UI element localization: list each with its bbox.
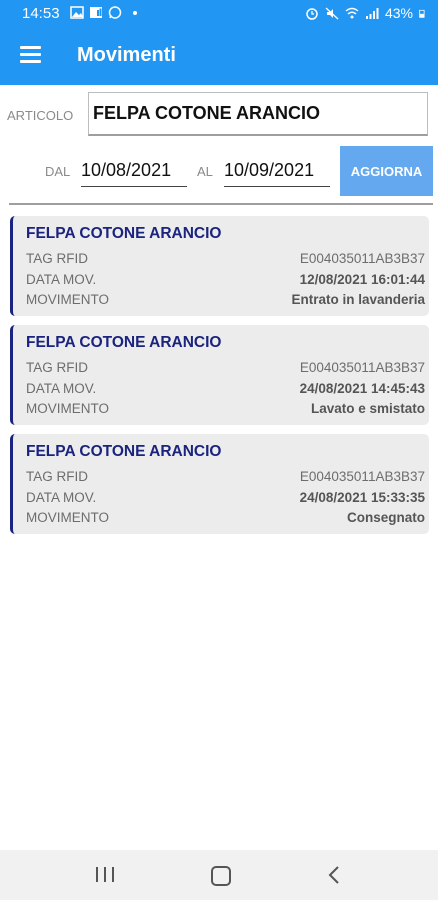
- articolo-label: ARTICOLO: [7, 108, 74, 123]
- data-mov-label: DATA MOV.: [26, 272, 97, 287]
- movement-card[interactable]: FELPA COTONE ARANCIO TAG RFID E004035011…: [10, 325, 429, 425]
- mute-icon: [325, 7, 339, 19]
- recents-icon[interactable]: [96, 867, 114, 884]
- tag-rfid-label: TAG RFID: [26, 251, 88, 266]
- data-mov-label: DATA MOV.: [26, 381, 97, 396]
- date-to-field[interactable]: [224, 155, 330, 187]
- notification-dot-icon: [133, 10, 137, 15]
- card-title: FELPA COTONE ARANCIO: [26, 334, 222, 351]
- movimento-value: Consegnato: [346, 510, 425, 525]
- system-nav-bar: [0, 850, 438, 900]
- page-title: Movimenti: [77, 44, 176, 66]
- data-mov-value: 12/08/2021 16:01:44: [299, 272, 425, 287]
- wifi-icon: [345, 7, 359, 18]
- tag-rfid-value: E004035011AB3B37: [299, 360, 425, 375]
- data-mov-value: 24/08/2021 15:33:35: [299, 490, 425, 505]
- tag-rfid-label: TAG RFID: [26, 360, 88, 375]
- dal-label: DAL: [45, 164, 71, 179]
- status-left-icons: [70, 6, 137, 19]
- gallery-icon: [70, 6, 84, 19]
- al-label: AL: [197, 164, 213, 179]
- whatsapp-icon: [108, 6, 122, 19]
- articolo-field[interactable]: [88, 92, 428, 136]
- movement-card[interactable]: FELPA COTONE ARANCIO TAG RFID E004035011…: [10, 216, 429, 316]
- movimento-label: MOVIMENTO: [26, 292, 110, 307]
- divider: [9, 203, 433, 205]
- tag-rfid-value: E004035011AB3B37: [299, 469, 425, 484]
- data-mov-label: DATA MOV.: [26, 490, 97, 505]
- aggiorna-button[interactable]: AGGIORNA: [340, 146, 433, 196]
- hamburger-menu-icon[interactable]: [20, 46, 42, 66]
- tag-rfid-label: TAG RFID: [26, 469, 88, 484]
- movimento-label: MOVIMENTO: [26, 510, 110, 525]
- signal-icon: [365, 7, 379, 19]
- movement-card[interactable]: FELPA COTONE ARANCIO TAG RFID E004035011…: [10, 434, 429, 534]
- movimento-value: Lavato e smistato: [310, 401, 425, 416]
- back-icon[interactable]: [327, 865, 341, 885]
- home-icon[interactable]: [211, 866, 231, 886]
- card-title: FELPA COTONE ARANCIO: [26, 225, 222, 242]
- card-title: FELPA COTONE ARANCIO: [26, 443, 222, 460]
- status-right: 43%: [305, 5, 428, 21]
- status-bar: 14:53 43%: [0, 0, 438, 28]
- movimento-label: MOVIMENTO: [26, 401, 110, 416]
- movimento-value: Entrato in lavanderia: [291, 292, 425, 307]
- data-mov-value: 24/08/2021 14:45:43: [299, 381, 425, 396]
- tag-rfid-value: E004035011AB3B37: [299, 251, 425, 266]
- status-time: 14:53: [22, 5, 60, 22]
- battery-percent: 43%: [384, 5, 413, 21]
- alarm-icon: [306, 7, 318, 20]
- battery-icon: [419, 9, 425, 18]
- date-from-field[interactable]: [81, 155, 187, 187]
- sim-icon: [90, 7, 102, 18]
- app-bar: Movimenti: [0, 28, 438, 85]
